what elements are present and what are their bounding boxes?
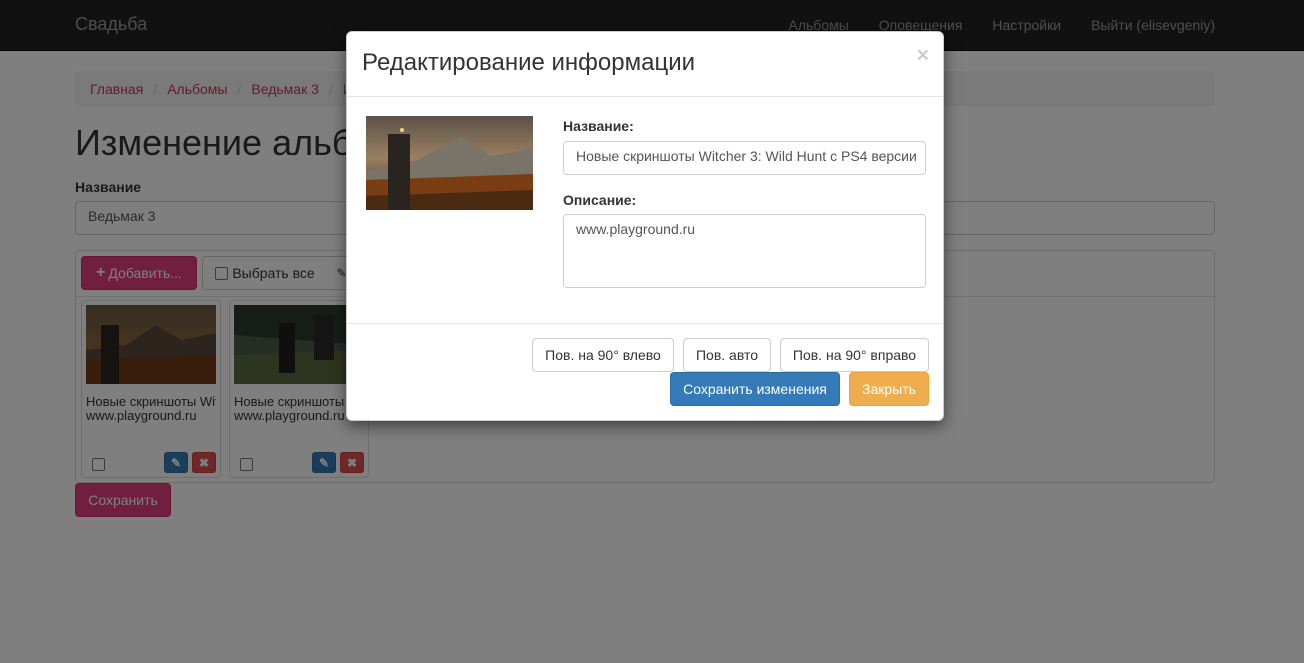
rotate-left-button[interactable]: Пов. на 90° влево xyxy=(532,338,674,372)
modal-title: Редактирование информации xyxy=(362,49,695,76)
edit-photo-modal: Редактирование информации × Название: Но… xyxy=(346,31,944,421)
modal-description-textarea[interactable]: www.playground.ru xyxy=(563,214,926,288)
modal-header: Редактирование информации × xyxy=(347,32,943,97)
save-changes-button[interactable]: Сохранить изменения xyxy=(670,372,840,406)
rotate-auto-button[interactable]: Пов. авто xyxy=(683,338,771,372)
modal-description-label: Описание: xyxy=(563,192,637,208)
photo-preview xyxy=(366,116,533,210)
close-modal-button[interactable]: Закрыть xyxy=(849,372,929,406)
rotate-right-button[interactable]: Пов. на 90° вправо xyxy=(780,338,929,372)
modal-name-label: Название: xyxy=(563,118,634,134)
modal-footer-divider xyxy=(347,323,943,324)
modal-name-input[interactable]: Новые скриншоты Witcher 3: Wild Hunt с P… xyxy=(563,141,926,175)
close-icon[interactable]: × xyxy=(917,44,929,68)
